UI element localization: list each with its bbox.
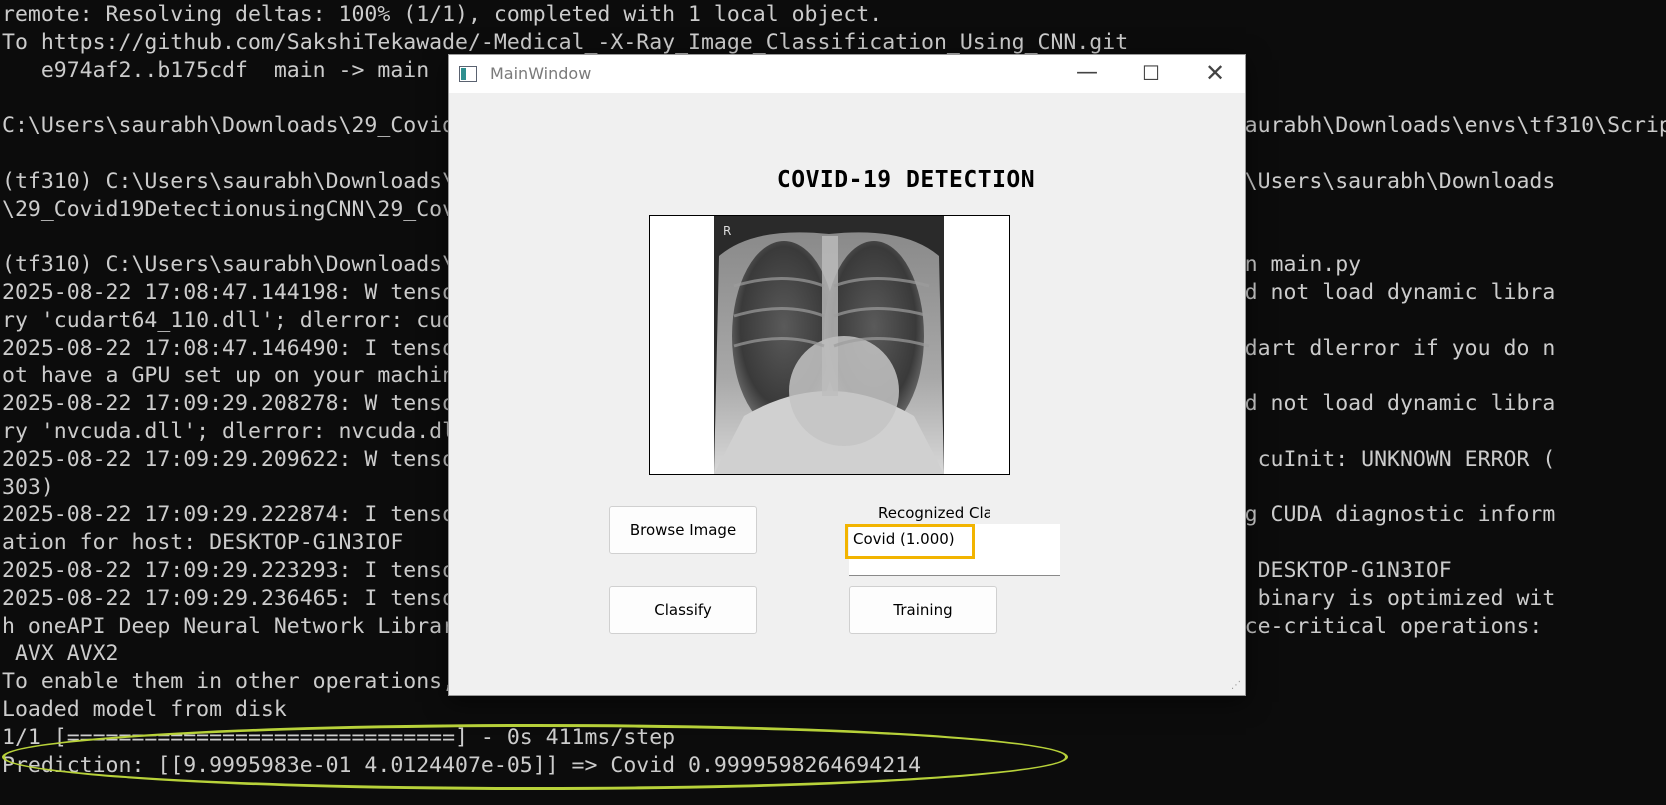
terminal-line: AVX AVX2 — [2, 641, 119, 667]
minimize-button[interactable]: — — [1055, 55, 1119, 93]
page-title: COVID-19 DETECTION — [776, 167, 1036, 193]
app-window-icon — [459, 66, 477, 82]
terminal-line: e974af2..b175cdf main -> main — [2, 57, 430, 83]
recognized-class-label: Recognized Class — [878, 504, 990, 522]
maximize-button[interactable]: ☐ — [1119, 55, 1183, 93]
terminal-line: ation for host: DESKTOP-G1N3IOF — [2, 530, 404, 556]
window-titlebar[interactable]: MainWindow — ☐ ✕ — [449, 55, 1245, 93]
xray-side-marker: R — [723, 224, 732, 238]
prediction-highlight-ellipse — [2, 724, 1068, 790]
terminal-line: remote: Resolving deltas: 100% (1/1), co… — [2, 2, 883, 27]
image-preview-frame: R — [649, 215, 1010, 475]
terminal-line: To https://github.com/SakshiTekawade/-Me… — [2, 29, 1129, 55]
main-window[interactable]: MainWindow — ☐ ✕ COVID-19 DETECTION R Br… — [448, 54, 1246, 696]
result-highlight-box — [845, 524, 975, 559]
terminal-line: 303) — [2, 474, 54, 500]
chest-xray-image: R — [714, 216, 944, 474]
training-button[interactable]: Training — [849, 586, 997, 634]
terminal-line: ot have a GPU set up on your machine. — [2, 363, 481, 389]
terminal-line: Loaded model from disk — [2, 697, 287, 722]
classify-button[interactable]: Classify — [609, 586, 757, 634]
window-title: MainWindow — [490, 64, 592, 83]
resize-grip-icon[interactable]: ⋰ — [1231, 681, 1243, 693]
close-button[interactable]: ✕ — [1183, 55, 1247, 93]
xray-drawing — [714, 216, 944, 474]
window-client-area: COVID-19 DETECTION R Browse Image Classi… — [449, 93, 1245, 695]
browse-image-button[interactable]: Browse Image — [609, 506, 757, 554]
